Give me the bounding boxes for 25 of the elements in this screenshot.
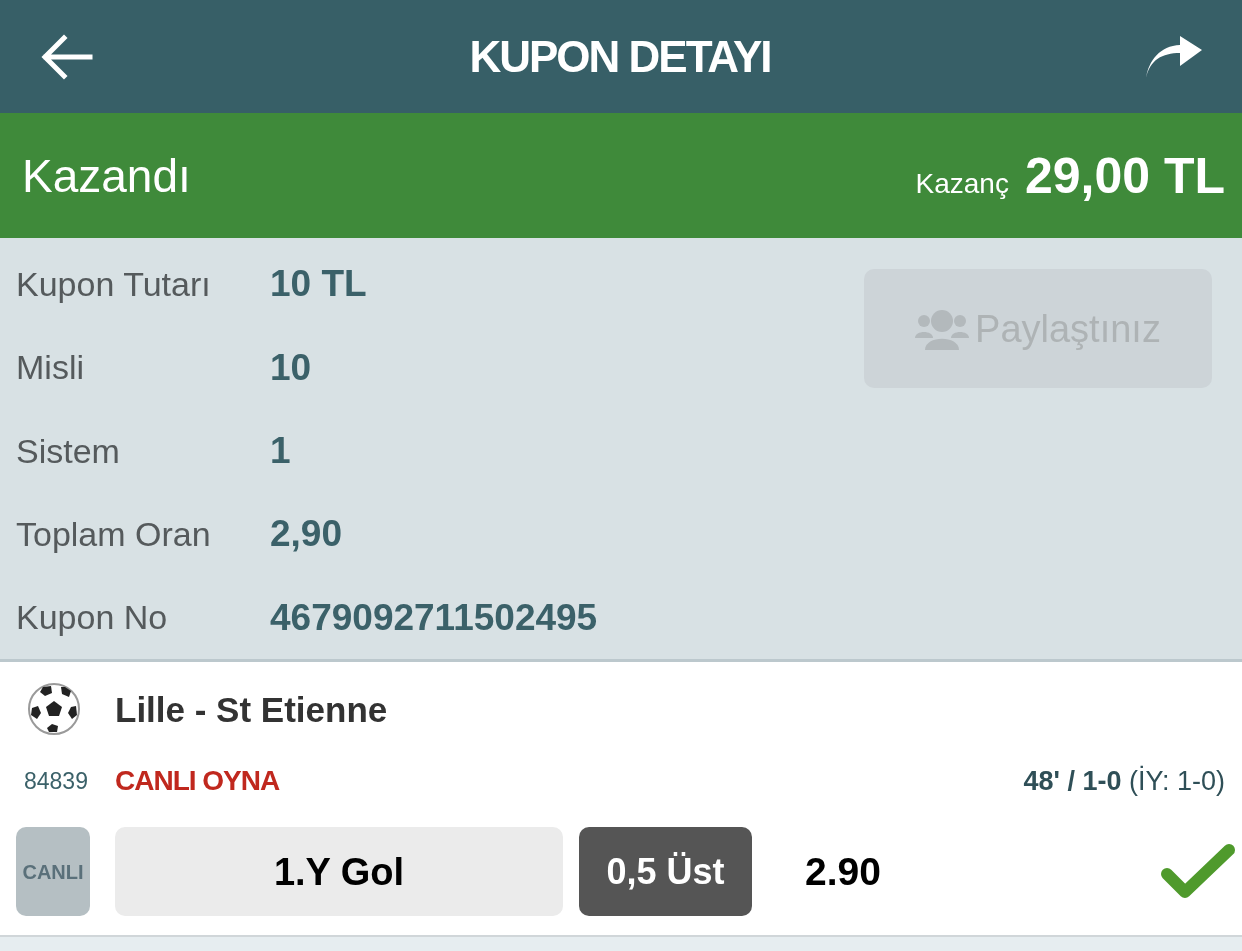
live-play-link[interactable]: CANLI OYNA [115,767,280,795]
summary-label: Kupon No [16,600,169,635]
summary-value: 2,90 [270,515,342,553]
summary-label: Toplam Oran [16,516,212,551]
match-teams: Lille - St Etienne [115,691,388,727]
match-code: 84839 [24,769,89,793]
page-title: KUPON DETAYI [469,34,771,79]
winnings-amount: 29,00 TL [1024,150,1225,201]
summary-value: 10 TL [270,265,367,303]
pick-badge: 0,5 Üst [579,827,752,916]
summary-label: Sistem [16,433,121,468]
odds-value: 2.90 [805,849,881,895]
winnings-label: Kazanç [915,169,1009,198]
market-name: 1.Y Gol [115,827,563,916]
summary-label: Misli [16,350,85,385]
people-icon [915,307,970,350]
summary-label: Kupon Tutarı [16,266,212,301]
summary-value: 1 [270,432,291,469]
status-label: Kazandı [22,152,191,199]
soccer-ball-icon [27,682,81,736]
summary-value: 10 [270,348,312,386]
back-arrow-icon[interactable] [40,33,94,80]
summary-value: 4679092711502495 [270,598,598,636]
match-score: 48' / 1-0 (İY: 1-0) [1023,767,1225,795]
live-badge: CANLI [16,827,90,916]
